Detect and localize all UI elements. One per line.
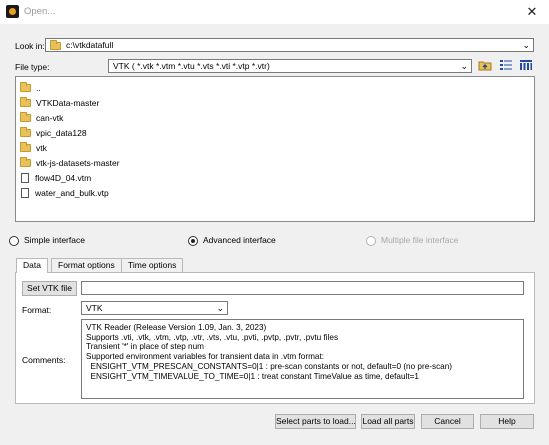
folder-icon xyxy=(20,96,31,107)
look-in-path: c:\vtkdatafull xyxy=(66,40,114,50)
radio-button[interactable] xyxy=(188,235,198,246)
app-icon xyxy=(6,5,19,18)
chevron-down-icon: ⌄ xyxy=(522,40,530,50)
list-item[interactable]: water_and_bulk.vtp xyxy=(20,186,109,198)
cancel-button[interactable]: Cancel xyxy=(421,414,474,429)
title-bar xyxy=(0,0,549,24)
comment-line: Supported environment variables for tran… xyxy=(86,352,325,362)
file-icon xyxy=(21,172,29,183)
up-folder-icon[interactable] xyxy=(478,59,492,71)
radio-button[interactable] xyxy=(9,235,19,246)
help-button[interactable]: Help xyxy=(480,414,534,429)
format-label: Format: xyxy=(22,305,52,315)
comment-line: VTK Reader (Release Version 1.09, Jan. 3… xyxy=(86,323,267,332)
file-list[interactable]: .. VTKData-master can-vtk vpic_data128 v… xyxy=(15,76,535,222)
folder-icon xyxy=(20,156,31,167)
list-item[interactable]: can-vtk xyxy=(20,111,63,123)
list-item[interactable]: vpic_data128 xyxy=(20,126,87,138)
comments-label: Comments: xyxy=(22,355,66,365)
folder-icon xyxy=(20,126,31,137)
look-in-combo[interactable]: c:\vtkdatafull ⌄ xyxy=(45,38,534,52)
tab-format-options[interactable]: Format options xyxy=(51,258,122,272)
list-item[interactable]: vtk xyxy=(20,141,47,153)
list-item[interactable]: VTKData-master xyxy=(20,96,99,108)
list-item[interactable]: flow4D_04.vtm xyxy=(20,171,91,183)
list-view-icon[interactable] xyxy=(499,59,513,71)
window-title: Open... xyxy=(24,6,56,17)
look-in-label: Look in: xyxy=(15,41,45,51)
chevron-down-icon: ⌄ xyxy=(216,303,224,313)
set-vtk-file-button[interactable]: Set VTK file xyxy=(22,281,77,296)
comment-line: ENSIGHT_VTM_PRESCAN_CONSTANTS=0|1 : pre-… xyxy=(86,361,453,371)
detail-view-icon[interactable] xyxy=(519,59,533,71)
vtk-file-input[interactable] xyxy=(81,281,524,295)
file-type-value: VTK ( *.vtk *.vtm *.vtu *.vts *.vti *.vt… xyxy=(113,61,270,71)
close-icon[interactable]: ✕ xyxy=(523,3,541,20)
folder-icon xyxy=(20,141,31,152)
folder-icon xyxy=(20,81,31,92)
tab-time-options[interactable]: Time options xyxy=(121,258,184,272)
advanced-interface-radio[interactable]: Advanced interface xyxy=(188,234,276,246)
format-value: VTK xyxy=(86,303,103,313)
radio-button xyxy=(366,235,376,246)
select-parts-button[interactable]: Select parts to load... xyxy=(275,414,356,429)
folder-icon xyxy=(50,39,61,50)
list-item[interactable]: .. xyxy=(20,81,41,93)
list-item[interactable]: vtk-js-datasets-master xyxy=(20,156,120,168)
file-icon xyxy=(21,187,29,198)
format-combo[interactable]: VTK ⌄ xyxy=(81,301,228,315)
chevron-down-icon: ⌄ xyxy=(460,61,468,71)
comments-box: VTK Reader (Release Version 1.09, Jan. 3… xyxy=(81,319,524,399)
file-type-combo[interactable]: VTK ( *.vtk *.vtm *.vtu *.vts *.vti *.vt… xyxy=(108,59,472,73)
multiple-interface-radio: Multiple file interface xyxy=(366,234,458,246)
file-type-label: File type: xyxy=(15,62,50,72)
folder-icon xyxy=(20,111,31,122)
comment-line: Transient '*' in place of step num xyxy=(86,342,204,352)
comment-line: ENSIGHT_VTM_TIMEVALUE_TO_TIME=0|1 : trea… xyxy=(86,371,419,381)
comment-line: Supports .vti, .vtk, .vtm, .vtp, .vtr, .… xyxy=(86,332,339,342)
simple-interface-radio[interactable]: Simple interface xyxy=(9,234,85,246)
tab-data[interactable]: Data xyxy=(16,258,48,273)
load-all-parts-button[interactable]: Load all parts xyxy=(361,414,415,429)
